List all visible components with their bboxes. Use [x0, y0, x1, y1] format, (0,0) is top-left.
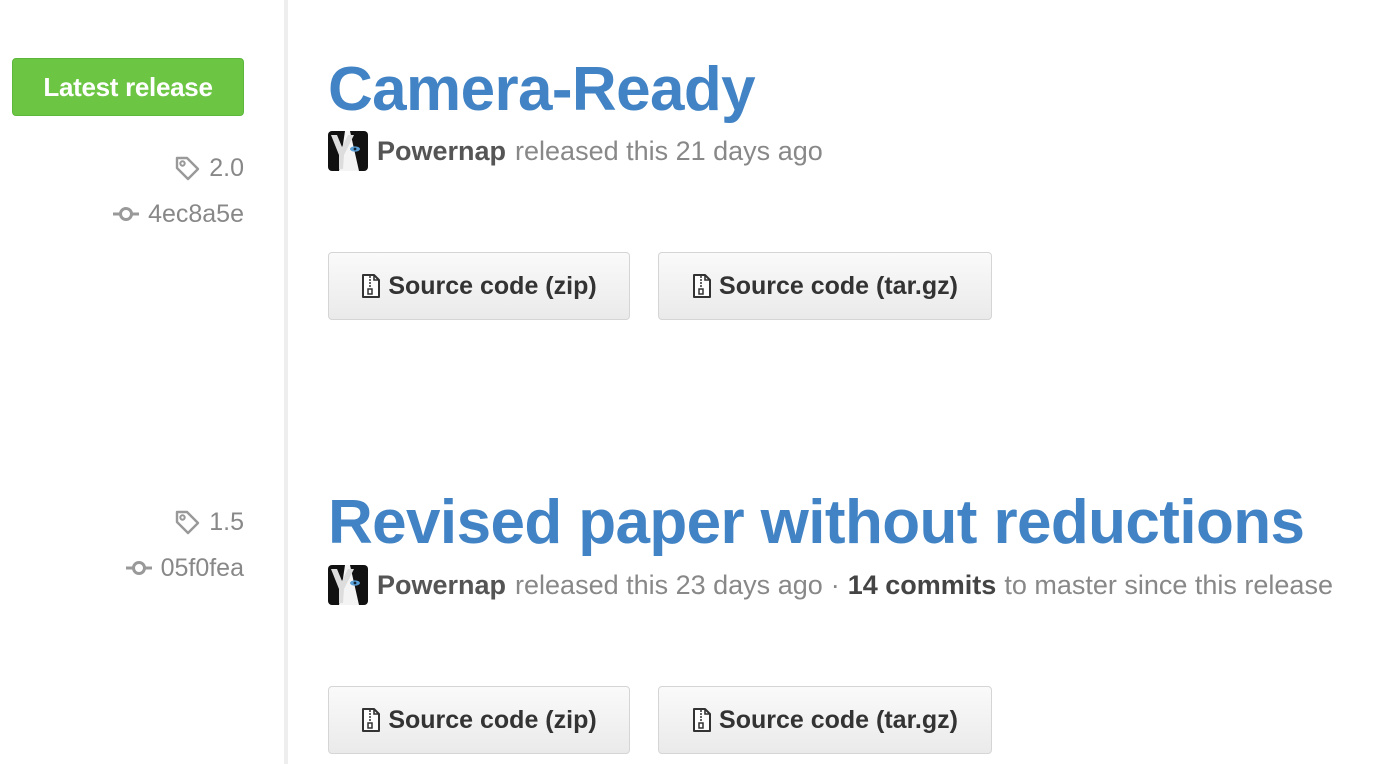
tag-label[interactable]: 2.0: [209, 154, 244, 183]
byline-separator: ·: [830, 569, 840, 600]
author-name[interactable]: Powernap: [377, 136, 506, 167]
commit-sha[interactable]: 4ec8a5e: [148, 200, 244, 229]
file-zip-icon: [693, 708, 712, 732]
release-title[interactable]: Camera-Ready: [328, 55, 756, 125]
download-zip-button[interactable]: Source code (zip): [328, 686, 630, 754]
release-byline: Powernap released this 23 days ago · 14 …: [328, 565, 1392, 605]
release-commit[interactable]: 4ec8a5e: [112, 198, 244, 230]
release-title[interactable]: Revised paper without reductions: [328, 488, 1305, 558]
avatar[interactable]: [328, 565, 368, 605]
release-commit[interactable]: 05f0fea: [125, 552, 244, 584]
latest-release-badge: Latest release: [12, 58, 244, 116]
release-tag[interactable]: 1.5: [173, 506, 244, 538]
releases-page: Latest release 2.0 4ec8a5e Camera-Ready: [0, 0, 1392, 764]
avatar[interactable]: [328, 131, 368, 171]
commits-since-link[interactable]: 14 commits: [848, 570, 997, 601]
released-text: released this 21 days ago: [515, 135, 823, 166]
download-tar-label: Source code (tar.gz): [719, 271, 958, 300]
file-zip-icon: [362, 708, 381, 732]
tag-icon: [176, 156, 200, 181]
download-tar-button[interactable]: Source code (tar.gz): [658, 686, 992, 754]
download-tar-label: Source code (tar.gz): [719, 705, 958, 734]
download-tar-button[interactable]: Source code (tar.gz): [658, 252, 992, 320]
download-zip-label: Source code (zip): [388, 705, 597, 734]
author-name[interactable]: Powernap: [377, 570, 506, 601]
tag-icon: [176, 510, 200, 535]
download-zip-label: Source code (zip): [388, 271, 597, 300]
release-entry: 1.5 05f0fea Revised paper without reduct…: [0, 434, 1392, 764]
released-text: released this 23 days ago: [515, 569, 823, 600]
file-zip-icon: [362, 274, 381, 298]
release-entry: Latest release 2.0 4ec8a5e Camera-Ready: [0, 0, 1392, 434]
release-byline: Powernap released this 21 days ago: [328, 131, 1392, 171]
commit-icon: [125, 561, 152, 575]
commit-sha[interactable]: 05f0fea: [161, 554, 244, 583]
download-zip-button[interactable]: Source code (zip): [328, 252, 630, 320]
release-tag[interactable]: 2.0: [173, 152, 244, 184]
commits-since-text: to master since this release: [1004, 569, 1333, 600]
file-zip-icon: [693, 274, 712, 298]
tag-label[interactable]: 1.5: [209, 508, 244, 537]
commit-icon: [113, 207, 140, 221]
